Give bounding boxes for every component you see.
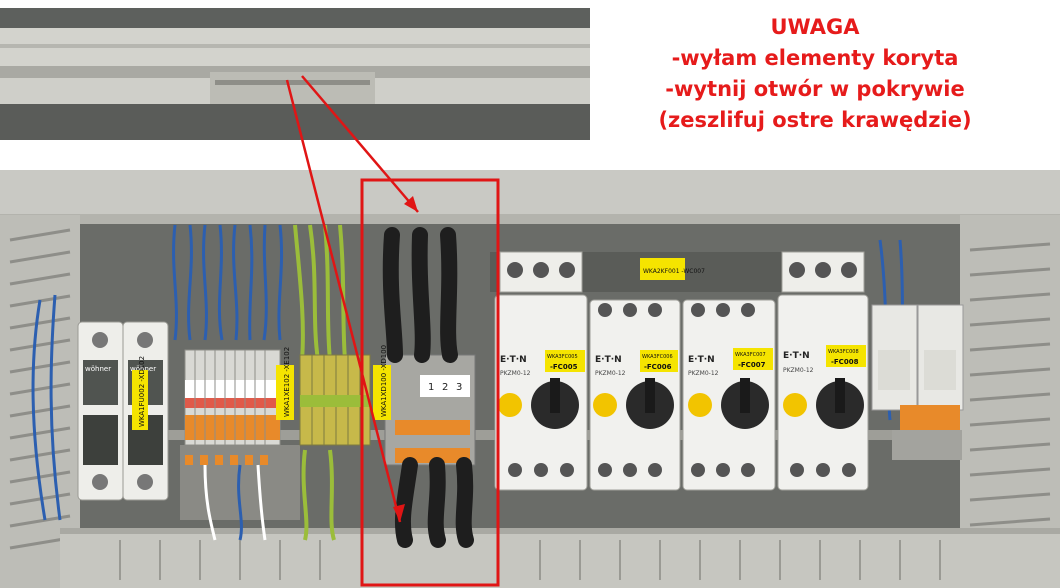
breaker-1-model: PKZM0-12: [500, 370, 531, 377]
fuse-holder-1: [77, 321, 124, 501]
terminal-tag-1: WKA1XE102 -XE102: [283, 347, 291, 417]
breaker-1-id: -FC005: [550, 363, 578, 371]
terminal-number-1: 1: [428, 382, 434, 393]
breaker-3: [682, 299, 776, 491]
fuse-tag: WKA1FU002 -XD102: [138, 356, 146, 427]
breaker-3-brand: E·T·N: [688, 355, 715, 365]
duct-closeup-photo: [0, 8, 590, 140]
notice-title: UWAGA: [770, 15, 860, 39]
breaker-1-brand: E·T·N: [500, 355, 527, 365]
breaker-2-brand: E·T·N: [595, 355, 622, 365]
terminal-number-3: 3: [456, 382, 462, 393]
terminal-block-group-1: [184, 349, 281, 446]
notice-line-1: -wyłam elementy koryta: [671, 46, 959, 70]
terminal-tag-2: WKA1XD100 -XD100: [380, 345, 388, 417]
fuse-brand-1: wöhner: [85, 365, 111, 373]
breaker-2-id: -FC006: [644, 363, 672, 371]
breaker-3-tag: WKA3FC007: [735, 352, 766, 358]
breaker-4-tag: WKA3FC008: [828, 349, 859, 355]
breaker-3-model: PKZM0-12: [688, 370, 719, 377]
breaker-2: [589, 299, 681, 491]
warning-notice: UWAGA -wyłam elementy koryta -wytnij otw…: [600, 12, 1030, 136]
breaker-4-brand: E·T·N: [783, 351, 810, 361]
terminal-number-2: 2: [442, 382, 448, 393]
notice-line-2: -wytnij otwór w pokrywie: [665, 77, 965, 101]
cabinet-photo: wöhner wöhner WKA1FU002 -XD102 WKA1XE102…: [0, 170, 1060, 588]
terminal-block-group-3: [384, 354, 476, 466]
breaker-4-id: -FC008: [831, 358, 859, 366]
breaker-4-model: PKZM0-12: [783, 367, 814, 374]
breaker-1-tag: WKA3FC005: [547, 354, 578, 360]
breaker-2-tag: WKA3FC006: [642, 354, 673, 360]
breaker-3-id: -FC007: [738, 361, 766, 369]
breaker-2-model: PKZM0-12: [595, 370, 626, 377]
notice-line-3: (zeszlifuj ostre krawędzie): [658, 108, 972, 132]
contactor-tag: WKA2KF001 -WC007: [643, 268, 705, 275]
